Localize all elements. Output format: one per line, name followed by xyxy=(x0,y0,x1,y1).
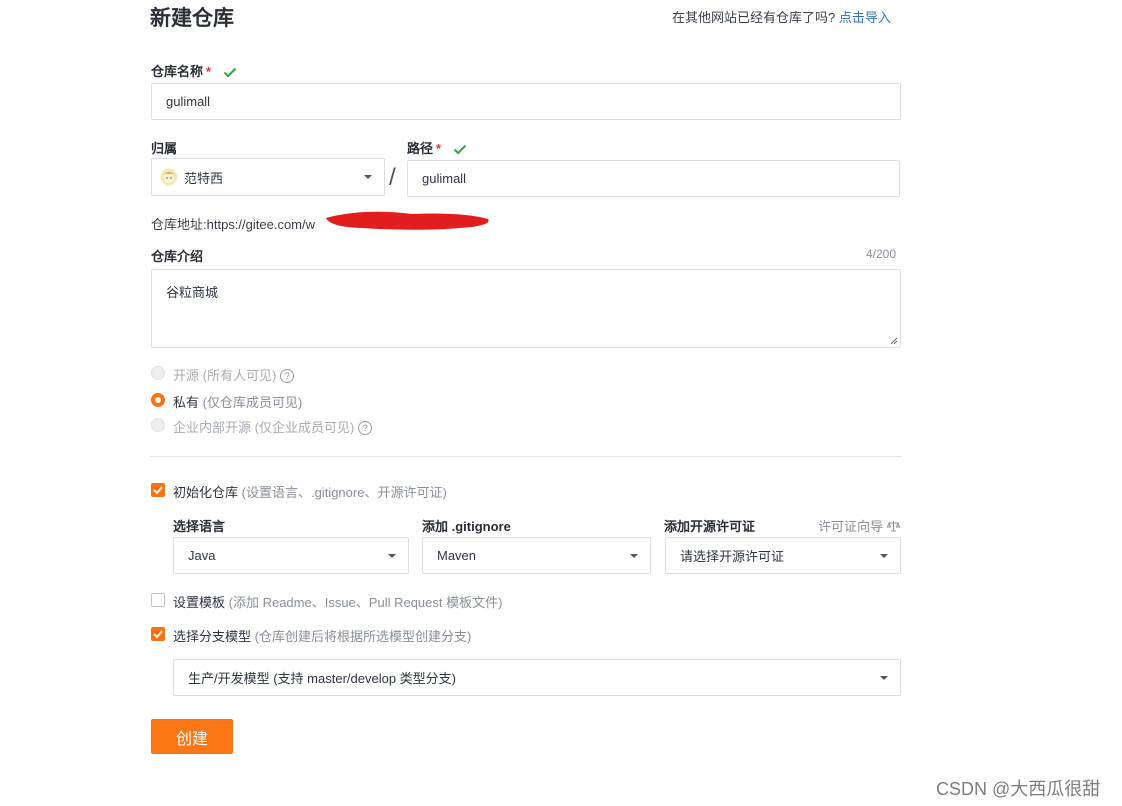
option-internal: 企业内部开源 (仅企业成员可见)? xyxy=(173,417,373,436)
path-label: 路径 * xyxy=(407,138,467,157)
avatar xyxy=(160,168,178,186)
branch-model-label: 选择分支模型 xyxy=(173,629,252,644)
language-label: 选择语言 xyxy=(173,519,226,534)
description-label: 仓库介绍 xyxy=(151,249,204,264)
template-label: 设置模板 xyxy=(173,595,226,610)
gitignore-label: 添加 .gitignore xyxy=(422,519,511,534)
chevron-down-icon xyxy=(388,553,396,558)
gitignore-select[interactable]: Maven xyxy=(422,537,651,574)
description-value: 谷粒商城 xyxy=(166,285,219,300)
checkmark-icon xyxy=(153,630,163,639)
redaction-mark xyxy=(326,211,489,230)
chevron-down-icon xyxy=(630,553,638,558)
radio-internal xyxy=(151,418,165,432)
template-hint: (添加 Readme、Issue、Pull Request 模板文件) xyxy=(228,595,503,610)
help-icon[interactable]: ? xyxy=(280,369,295,383)
template-checkbox[interactable] xyxy=(151,593,165,607)
option-private-hint: (仅仓库成员可见) xyxy=(202,395,303,410)
language-value: Java xyxy=(188,548,216,563)
option-public-hint: (所有人可见) xyxy=(202,368,277,383)
import-prompt-text: 在其他网站已经有仓库了吗? xyxy=(672,10,836,25)
check-icon xyxy=(223,67,236,78)
path-value: gulimall xyxy=(422,171,467,186)
owner-label: 归属 xyxy=(151,141,178,156)
radio-public xyxy=(151,366,165,380)
repo-name-input[interactable]: gulimall xyxy=(151,83,901,120)
option-private[interactable]: 私有 (仅仓库成员可见) xyxy=(173,392,302,411)
language-select[interactable]: Java xyxy=(173,537,409,574)
help-icon[interactable]: ? xyxy=(358,421,373,435)
resize-handle-icon[interactable] xyxy=(888,335,898,345)
init-repo-hint: (设置语言、.gitignore、开源许可证) xyxy=(241,485,447,500)
path-separator: / xyxy=(389,164,396,191)
repo-url-label: 仓库地址: xyxy=(151,217,207,232)
path-input[interactable]: gulimall xyxy=(407,160,900,197)
page-title: 新建仓库 xyxy=(150,7,234,30)
branch-model-select[interactable]: 生产/开发模型 (支持 master/develop 类型分支) xyxy=(173,659,901,696)
license-guide-link[interactable]: 许可证向导 xyxy=(818,516,900,535)
license-label: 添加开源许可证 xyxy=(664,519,756,534)
path-label-text: 路径 xyxy=(407,141,434,156)
watermark: CSDN @大西瓜很甜 xyxy=(936,779,1101,799)
description-textarea[interactable]: 谷粒商城 xyxy=(151,269,901,348)
create-button[interactable]: 创建 xyxy=(151,719,233,754)
template-option[interactable]: 设置模板 (添加 Readme、Issue、Pull Request 模板文件) xyxy=(173,592,502,611)
scale-icon xyxy=(886,521,900,532)
checkmark-icon xyxy=(153,486,163,495)
chevron-down-icon xyxy=(880,553,888,558)
option-public: 开源 (所有人可见)? xyxy=(173,365,295,384)
repo-name-label: 仓库名称 * xyxy=(151,61,237,80)
init-repo-label: 初始化仓库 xyxy=(173,485,239,500)
owner-value: 范特西 xyxy=(184,170,224,186)
import-link[interactable]: 点击导入 xyxy=(839,10,891,25)
license-select[interactable]: 请选择开源许可证 xyxy=(665,537,901,574)
branch-model-option[interactable]: 选择分支模型 (仓库创建后将根据所选模型创建分支) xyxy=(173,626,471,645)
radio-private[interactable] xyxy=(151,393,165,407)
divider xyxy=(150,456,902,457)
init-repo-option[interactable]: 初始化仓库 (设置语言、.gitignore、开源许可证) xyxy=(173,482,447,501)
required-mark: * xyxy=(436,141,442,156)
repo-name-value: gulimall xyxy=(166,94,211,109)
branch-model-hint: (仓库创建后将根据所选模型创建分支) xyxy=(254,629,472,644)
description-counter: 4/200 xyxy=(866,247,897,261)
option-internal-label: 企业内部开源 xyxy=(173,420,252,435)
branch-model-checkbox[interactable] xyxy=(151,627,165,641)
check-icon xyxy=(453,144,466,155)
gitignore-value: Maven xyxy=(437,548,477,563)
repo-url-value: https://gitee.com/w xyxy=(206,217,316,232)
required-mark: * xyxy=(206,64,212,79)
import-prompt: 在其他网站已经有仓库了吗? 点击导入 xyxy=(672,7,891,26)
option-private-label: 私有 xyxy=(173,395,200,410)
owner-select[interactable]: 范特西 xyxy=(151,158,385,196)
repo-name-label-text: 仓库名称 xyxy=(151,64,204,79)
license-guide-text: 许可证向导 xyxy=(818,519,884,534)
license-placeholder: 请选择开源许可证 xyxy=(680,549,785,564)
option-internal-hint: (仅企业成员可见) xyxy=(254,420,355,435)
init-repo-checkbox[interactable] xyxy=(151,483,165,497)
branch-model-value: 生产/开发模型 (支持 master/develop 类型分支) xyxy=(188,671,456,686)
option-public-label: 开源 xyxy=(173,368,200,383)
repo-url: 仓库地址:https://gitee.com/w xyxy=(151,214,315,233)
chevron-down-icon xyxy=(880,675,888,680)
chevron-down-icon xyxy=(364,175,372,179)
